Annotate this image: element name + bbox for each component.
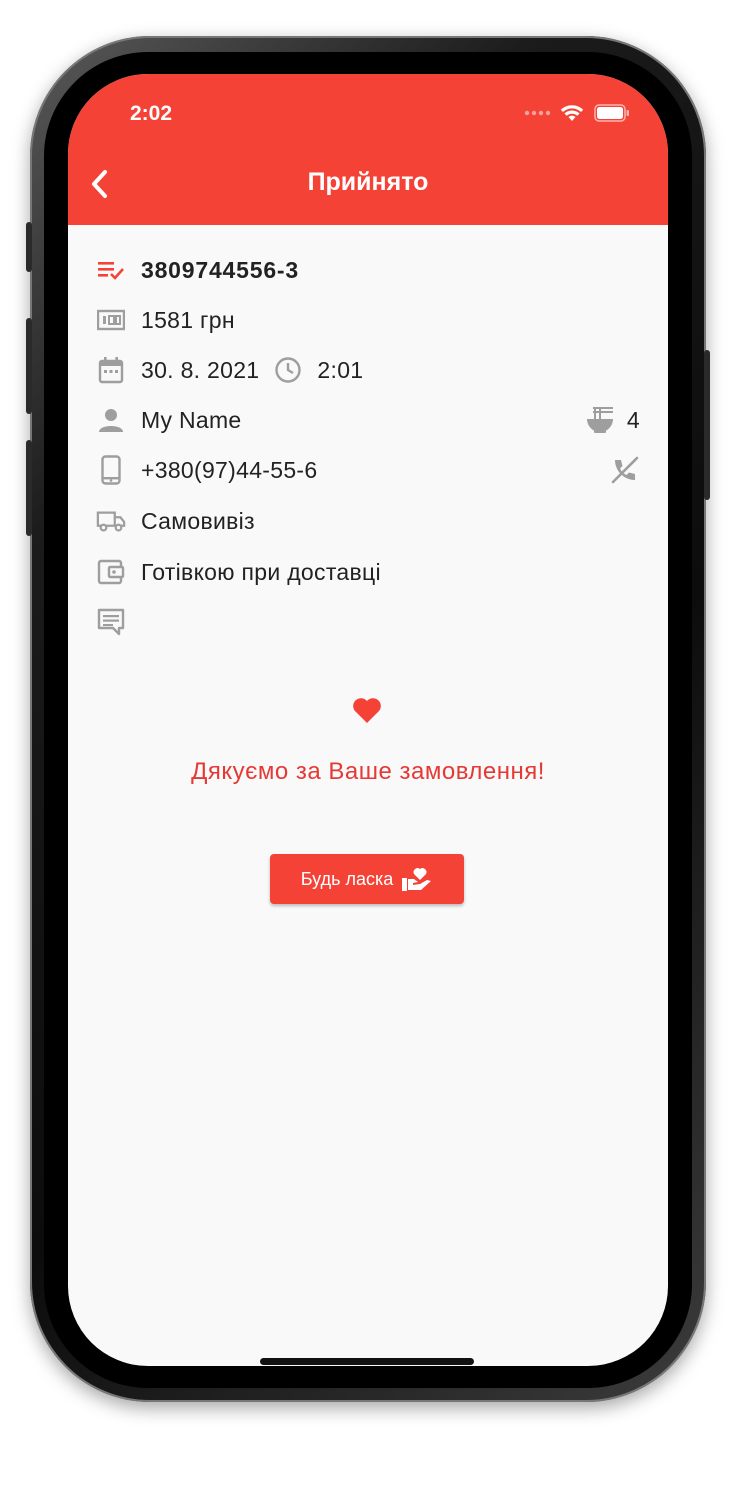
volunteer-hand-heart-icon [402, 868, 432, 891]
battery-icon [594, 104, 629, 122]
delivery-row: Самовивіз [96, 501, 640, 541]
clock-icon [273, 355, 303, 385]
customer-name: My Name [141, 406, 242, 433]
calendar-icon [96, 355, 126, 385]
home-indicator[interactable] [260, 1358, 474, 1365]
volume-up-button [26, 318, 32, 414]
status-time: 2:02 [130, 102, 173, 125]
truck-icon [96, 506, 126, 536]
page-title: Прийнято [307, 168, 429, 196]
payment-method: Готівкою при доставці [141, 558, 381, 585]
money-icon [96, 305, 126, 335]
order-date: 30. 8. 2021 [141, 356, 260, 383]
power-button [704, 350, 710, 500]
signal-icon [524, 110, 550, 116]
mute-switch [26, 222, 32, 272]
thanks-message: Дякуємо за Ваше замовлення! [191, 758, 545, 785]
wallet-icon [96, 557, 126, 587]
person-icon [96, 405, 126, 435]
donate-button[interactable]: Будь ласка [270, 854, 464, 904]
persons-count: 4 [626, 406, 640, 433]
delivery-method: Самовивіз [141, 507, 255, 534]
ramen-bowl-icon [585, 405, 615, 435]
comment-row [96, 602, 640, 642]
order-number: 3809744556-3 [141, 256, 299, 283]
customer-row: My Name 4 [96, 400, 640, 440]
phone-number: +380(97)44-55-6 [141, 456, 318, 483]
payment-row: Готівкою при доставці [96, 552, 640, 592]
smartphone-icon [96, 455, 126, 485]
phone-row: +380(97)44-55-6 [96, 450, 640, 490]
order-number-row: 3809744556-3 [96, 250, 640, 290]
app-bar: 2:02 Прийнято [68, 74, 668, 225]
phone-disabled-icon[interactable] [610, 455, 640, 485]
order-datetime-row: 30. 8. 2021 2:01 [96, 350, 640, 390]
comment-icon [96, 607, 126, 637]
order-total: 1581 грн [141, 306, 235, 333]
status-icons [524, 104, 630, 122]
order-total-row: 1581 грн [96, 300, 640, 340]
volume-down-button [26, 440, 32, 536]
phone-disabled-group [610, 450, 640, 490]
donate-button-label: Будь ласка [300, 868, 394, 889]
wifi-icon [560, 105, 584, 121]
playlist-check-icon [96, 255, 126, 285]
heart-icon [353, 698, 381, 723]
persons-count-group: 4 [585, 400, 640, 440]
screen: 2:02 Прийнято 3809744556-3 1581 грн 30. … [68, 74, 668, 1366]
order-time: 2:01 [317, 356, 364, 383]
